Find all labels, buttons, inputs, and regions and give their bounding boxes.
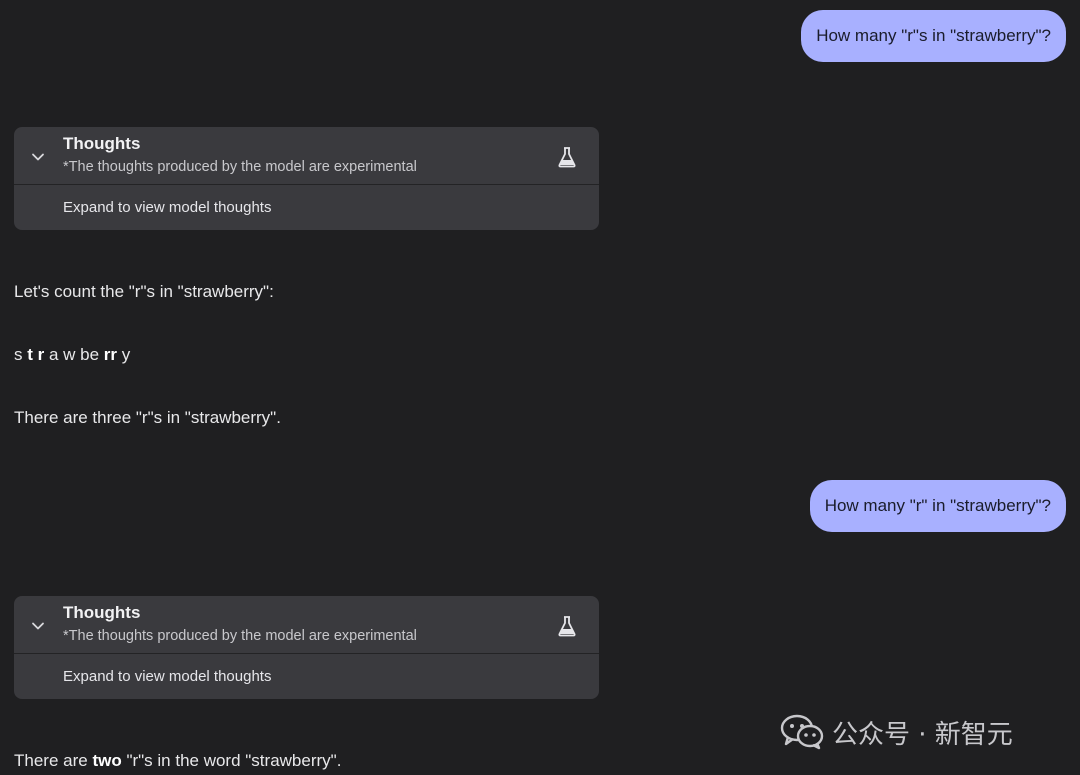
answer-2: There are two "r"s in the word "strawber… [14, 751, 341, 771]
answer-2-pre: There are [14, 751, 93, 770]
answer-1-spelled: s t r a w be rr y [14, 345, 130, 365]
thoughts-subtitle: *The thoughts produced by the model are … [63, 159, 417, 175]
expand-thoughts-link[interactable]: Expand to view model thoughts [63, 199, 271, 216]
spelled-bold: rr [103, 345, 118, 364]
spelled-part: a w be [44, 345, 104, 364]
thoughts-panel-2: Thoughts *The thoughts produced by the m… [14, 596, 599, 699]
thoughts-title: Thoughts [63, 603, 141, 622]
user-message-2: How many "r" in "strawberry"? [809, 480, 1066, 532]
chevron-down-icon[interactable] [30, 149, 46, 165]
flask-icon [558, 147, 576, 168]
watermark: 公众号 · 新智元 [780, 712, 1013, 752]
answer-2-post: "r"s in the word "strawberry". [121, 751, 342, 770]
spelled-part: y [117, 345, 131, 364]
spelled-bold: t r [27, 345, 45, 364]
answer-1-conclusion: There are three "r"s in "strawberry". [14, 408, 281, 427]
thoughts-title: Thoughts [63, 134, 141, 153]
thoughts-header[interactable]: Thoughts *The thoughts produced by the m… [14, 127, 599, 185]
user-message-1: How many "r"s in "strawberry"? [801, 10, 1066, 62]
thoughts-header[interactable]: Thoughts *The thoughts produced by the m… [14, 596, 599, 654]
thoughts-panel-1: Thoughts *The thoughts produced by the m… [14, 127, 599, 230]
expand-thoughts-link[interactable]: Expand to view model thoughts [63, 668, 271, 685]
spelled-part: s [14, 345, 28, 364]
flask-icon [558, 616, 576, 637]
watermark-text: 公众号 · 新智元 [832, 719, 1013, 750]
answer-2-bold: two [92, 751, 122, 770]
wechat-icon [780, 714, 824, 750]
chevron-down-icon[interactable] [30, 618, 46, 634]
thoughts-subtitle: *The thoughts produced by the model are … [63, 628, 417, 644]
answer-1-intro: Let's count the "r"s in "strawberry": [14, 282, 274, 301]
